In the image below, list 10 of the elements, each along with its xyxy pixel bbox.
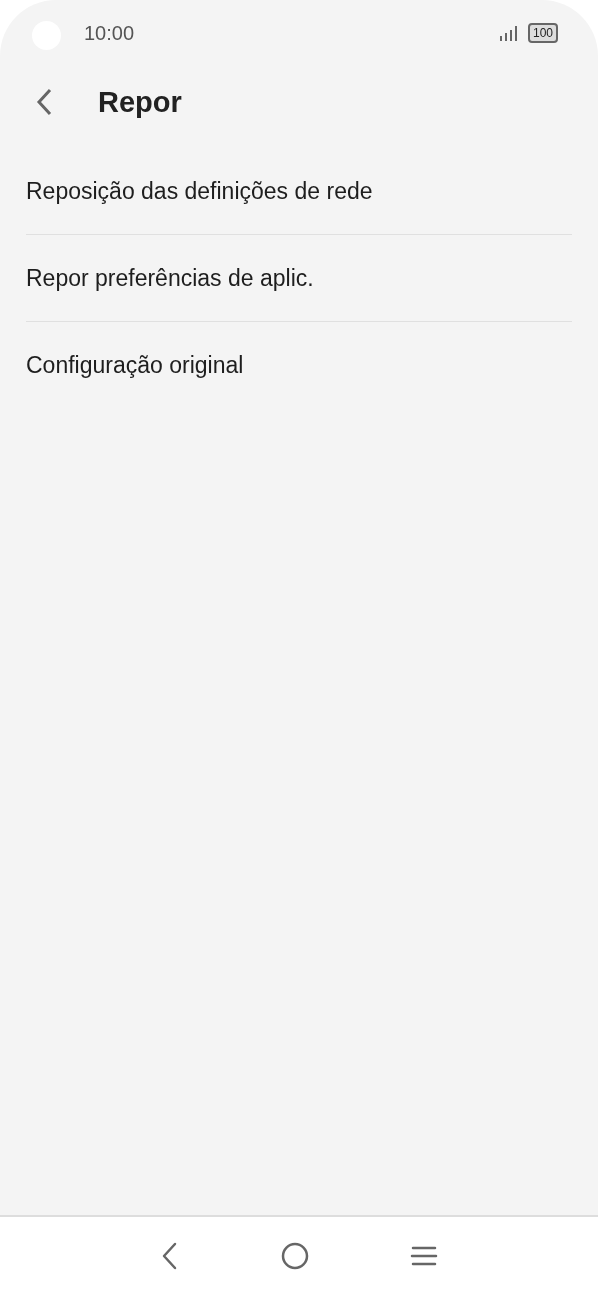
signal-icon xyxy=(498,24,519,42)
home-icon[interactable] xyxy=(280,1241,310,1271)
menu-item[interactable]: Repor preferências de aplic. xyxy=(26,235,572,321)
status-time: 10:00 xyxy=(84,21,135,45)
menu-item[interactable]: Configuração original xyxy=(26,322,572,408)
back-button[interactable] xyxy=(36,88,52,116)
menu-icon[interactable] xyxy=(410,1244,438,1268)
menu-item[interactable]: Reposição das definições de rede xyxy=(26,148,572,234)
battery-icon: 100 xyxy=(527,23,558,43)
page-title: Repor xyxy=(98,85,182,119)
